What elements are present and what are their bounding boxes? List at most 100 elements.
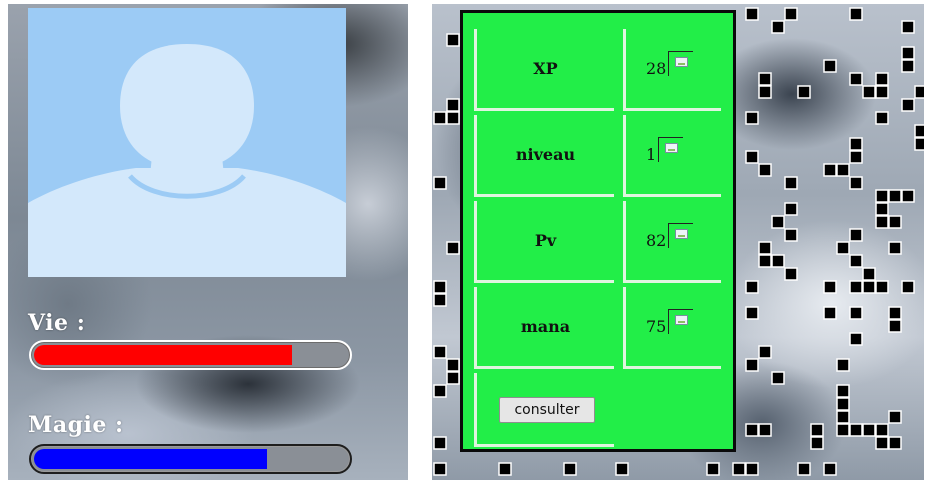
pixel-block	[862, 85, 876, 99]
magie-progress-fill	[34, 449, 267, 469]
pixel-block	[784, 7, 798, 21]
pixel-block	[797, 85, 811, 99]
pixel-block	[888, 306, 902, 320]
pixel-block	[433, 176, 447, 190]
vie-label: Vie :	[28, 310, 86, 336]
magie-label: Magie :	[28, 412, 124, 438]
pixel-block	[849, 72, 863, 86]
pixel-block	[849, 228, 863, 242]
consulter-button[interactable]: consulter	[499, 397, 595, 423]
pixel-block	[914, 137, 924, 151]
pixel-block	[745, 150, 759, 164]
pixel-block	[771, 20, 785, 34]
stat-value: 1	[646, 145, 657, 164]
pixel-block	[758, 241, 772, 255]
pixel-block	[758, 72, 772, 86]
pixel-block	[901, 189, 915, 203]
pixel-block	[823, 163, 837, 177]
stat-name-cell: mana	[474, 287, 614, 369]
pixel-block	[732, 462, 746, 476]
pixel-block	[771, 215, 785, 229]
pixel-block	[849, 423, 863, 437]
pixel-block	[745, 306, 759, 320]
pixel-block	[849, 7, 863, 21]
pixel-block	[836, 397, 850, 411]
pixel-block	[784, 176, 798, 190]
stat-name-cell: Pv	[474, 201, 614, 283]
pixel-block	[745, 358, 759, 372]
broken-image-icon	[668, 223, 694, 248]
pixel-block	[888, 215, 902, 229]
pixel-block	[758, 423, 772, 437]
stat-value-cell: 28	[623, 29, 721, 111]
pixel-block	[849, 280, 863, 294]
pixel-block	[771, 371, 785, 385]
pixel-block	[836, 384, 850, 398]
stat-name: niveau	[515, 145, 576, 164]
stats-area: XP 28 niveau 1 Pv 82 mana 75 consulter	[432, 4, 924, 480]
pixel-block	[888, 436, 902, 450]
pixel-block	[875, 189, 889, 203]
pixel-block	[797, 462, 811, 476]
pixel-block	[706, 462, 720, 476]
pixel-block	[823, 306, 837, 320]
pixel-block	[888, 241, 902, 255]
pixel-block	[433, 384, 447, 398]
pixel-block	[849, 332, 863, 346]
pixel-block	[875, 72, 889, 86]
pixel-block	[433, 462, 447, 476]
broken-image-icon	[668, 51, 694, 76]
pixel-block	[823, 280, 837, 294]
pixel-block	[875, 111, 889, 125]
stat-value-cell: 82	[623, 201, 721, 283]
vie-progress-bar	[29, 340, 352, 370]
pixel-block	[758, 163, 772, 177]
stat-name: Pv	[534, 231, 557, 250]
pixel-block	[901, 280, 915, 294]
pixel-block	[888, 319, 902, 333]
pixel-block	[745, 7, 759, 21]
pixel-block	[862, 280, 876, 294]
pixel-block	[433, 436, 447, 450]
pixel-block	[875, 215, 889, 229]
stat-name-cell: niveau	[474, 115, 614, 197]
pixel-block	[875, 85, 889, 99]
pixel-block	[758, 85, 772, 99]
pixel-block	[433, 280, 447, 294]
pixel-block	[901, 46, 915, 60]
pixel-block	[771, 254, 785, 268]
pixel-block	[433, 111, 447, 125]
pixel-block	[849, 306, 863, 320]
pixel-block	[433, 293, 447, 307]
pixel-block	[446, 371, 460, 385]
stat-name: mana	[520, 317, 571, 336]
pixel-block	[901, 59, 915, 73]
pixel-block	[836, 410, 850, 424]
broken-image-icon	[668, 309, 694, 334]
pixel-block	[888, 410, 902, 424]
pixel-block	[849, 254, 863, 268]
pixel-block	[758, 254, 772, 268]
stat-value: 28	[646, 59, 667, 78]
broken-image-icon	[658, 137, 684, 162]
stats-panel: XP 28 niveau 1 Pv 82 mana 75 consulter	[460, 10, 736, 452]
pixel-block	[446, 98, 460, 112]
pixel-block	[563, 462, 577, 476]
pixel-block	[901, 98, 915, 112]
vie-progress-fill	[34, 345, 292, 365]
pixel-block	[810, 436, 824, 450]
pixel-block	[901, 20, 915, 34]
stat-name: XP	[533, 59, 558, 78]
pixel-block	[849, 137, 863, 151]
pixel-block	[745, 111, 759, 125]
pixel-block	[862, 423, 876, 437]
magie-progress-bar	[29, 444, 352, 474]
pixel-block	[836, 423, 850, 437]
pixel-block	[446, 358, 460, 372]
pixel-block	[875, 423, 889, 437]
pixel-block	[433, 345, 447, 359]
pixel-block	[498, 462, 512, 476]
pixel-block	[784, 228, 798, 242]
stat-value: 82	[646, 231, 667, 250]
stat-value-cell: 75	[623, 287, 721, 369]
